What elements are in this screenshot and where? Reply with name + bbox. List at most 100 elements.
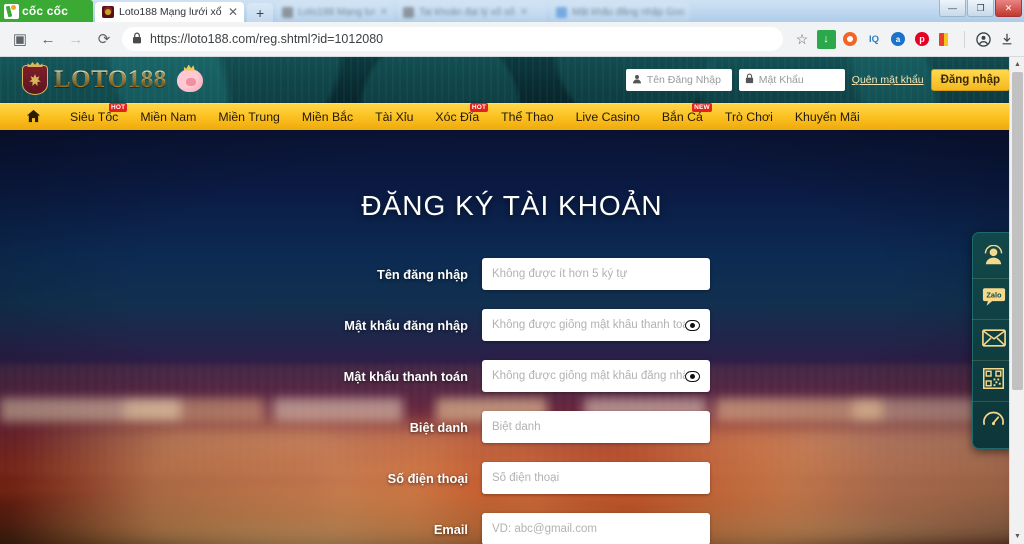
window-minimize-button[interactable]: — bbox=[939, 0, 966, 17]
site-header: LOTO188 Tên Đăng Nhập Mật Khẩu Quên mật … bbox=[0, 57, 1024, 103]
piggy-bank-icon bbox=[176, 68, 203, 92]
field-placeholder: Không được giống mật khẩu thanh toán bbox=[492, 319, 685, 331]
username-field[interactable]: Không được ít hơn 5 ký tự bbox=[482, 258, 710, 290]
lock-icon bbox=[132, 32, 142, 47]
eye-icon[interactable] bbox=[685, 318, 700, 333]
nav-item-label: Live Casino bbox=[575, 109, 640, 124]
lock-icon bbox=[745, 73, 754, 87]
nav-item-khuyen-mai[interactable]: Khuyến Mãi bbox=[784, 104, 871, 131]
nav-item-mien-trung[interactable]: Miền Trung bbox=[207, 104, 291, 131]
browser-tab-active[interactable]: Loto188 Mạng lưới xổ số ✕ bbox=[95, 2, 245, 22]
tab-title: Mật khẩu đăng nhập Google bbox=[572, 6, 685, 18]
pinterest-icon[interactable]: p bbox=[911, 28, 933, 50]
password-input[interactable]: Mật Khẩu bbox=[738, 69, 845, 91]
toolbar-divider bbox=[964, 30, 965, 48]
field-placeholder: Biệt danh bbox=[492, 421, 541, 433]
form-row-payment-password: Mật khẩu thanh toán Không được giống mật… bbox=[0, 360, 1024, 392]
nav-item-label: Miền Trung bbox=[218, 109, 280, 124]
download-manager-icon[interactable]: ↓ bbox=[815, 28, 837, 50]
forward-button-icon[interactable]: → bbox=[62, 25, 90, 53]
nav-item-label: Tài Xỉu bbox=[375, 109, 414, 124]
nav-item-xoc-dia[interactable]: Xóc Đĩa HOT bbox=[424, 102, 490, 131]
nav-item-the-thao[interactable]: Thể Thao bbox=[490, 104, 564, 131]
login-button[interactable]: Đăng nhập bbox=[930, 69, 1010, 91]
browser-tab-background[interactable]: Mật khẩu đăng nhập Google bbox=[550, 2, 691, 22]
coccoc-brand-label: cốc cốc bbox=[22, 4, 69, 18]
email-field[interactable]: VD: abc@gmail.com bbox=[482, 513, 710, 544]
colorful-extension-icon[interactable] bbox=[935, 28, 957, 50]
nickname-field[interactable]: Biệt danh bbox=[482, 411, 710, 443]
phone-field[interactable]: Số điện thoại bbox=[482, 462, 710, 494]
tab-favicon-icon bbox=[102, 6, 114, 18]
new-badge: NEW bbox=[692, 102, 712, 113]
scroll-down-arrow-icon[interactable]: ▼ bbox=[1010, 529, 1024, 544]
home-icon[interactable] bbox=[26, 109, 41, 125]
browser-title-bar: cốc cốc Loto188 Mạng lưới xổ số ✕ + Loto… bbox=[0, 0, 1024, 22]
browser-window: cốc cốc Loto188 Mạng lưới xổ số ✕ + Loto… bbox=[0, 0, 1024, 544]
forgot-password-link[interactable]: Quên mật khẩu bbox=[852, 74, 924, 86]
svg-text:Zalo: Zalo bbox=[986, 290, 1002, 299]
form-row-login-password: Mật khẩu đăng nhập Không được giống mật … bbox=[0, 309, 1024, 341]
sidebar-toggle-icon[interactable]: ▣ bbox=[6, 25, 34, 53]
coccoc-logo-icon bbox=[4, 3, 19, 19]
tab-title: Loto188 Mạng lưới xổ số bbox=[298, 6, 375, 18]
window-controls: — ❐ ✕ bbox=[939, 0, 1022, 17]
browser-tab-background[interactable]: Loto188 Mạng lưới xổ số ✕ bbox=[276, 2, 395, 22]
page-viewport: LOTO188 Tên Đăng Nhập Mật Khẩu Quên mật … bbox=[0, 57, 1024, 544]
nav-item-label: Miền Nam bbox=[140, 109, 197, 124]
registration-hero: ĐĂNG KÝ TÀI KHOẢN Tên đăng nhập Không đư… bbox=[0, 130, 1024, 544]
page-title: ĐĂNG KÝ TÀI KHOẢN bbox=[361, 190, 663, 221]
scrollbar-thumb[interactable] bbox=[1012, 72, 1023, 390]
nav-item-label: Miền Bắc bbox=[301, 109, 354, 124]
nav-item-sieu-toc[interactable]: Siêu Tốc HOT bbox=[59, 102, 129, 131]
header-login-form: Tên Đăng Nhập Mật Khẩu Quên mật khẩu Đăn… bbox=[625, 69, 1010, 91]
eye-icon[interactable] bbox=[685, 369, 700, 384]
password-placeholder: Mật Khẩu bbox=[758, 74, 804, 86]
field-placeholder: VD: abc@gmail.com bbox=[492, 523, 597, 535]
bookmark-star-icon[interactable]: ☆ bbox=[791, 28, 813, 50]
new-tab-button[interactable]: + bbox=[247, 3, 274, 22]
browser-toolbar: ▣ ← → ⟳ https://loto188.com/reg.shtml?id… bbox=[0, 22, 1024, 57]
support-agent-icon bbox=[982, 244, 1005, 272]
iq-extension-icon[interactable]: IQ bbox=[863, 28, 885, 50]
toolbar-extensions: ☆ ↓ IQ a p bbox=[791, 28, 1018, 50]
nav-item-tai-xiu[interactable]: Tài Xỉu bbox=[364, 104, 424, 131]
qr-code-icon bbox=[983, 368, 1004, 394]
nav-item-ban-ca[interactable]: Bắn Cá NEW bbox=[651, 102, 714, 131]
form-row-phone: Số điện thoại Số điện thoại bbox=[0, 462, 1024, 494]
back-button-icon[interactable]: ← bbox=[34, 25, 62, 53]
nav-item-mien-bac[interactable]: Miền Bắc bbox=[291, 104, 364, 131]
window-close-button[interactable]: ✕ bbox=[995, 0, 1022, 17]
nav-item-mien-nam[interactable]: Miền Nam bbox=[129, 104, 207, 131]
payment-password-field[interactable]: Không được giống mật khẩu đăng nhập bbox=[482, 360, 710, 392]
nav-item-label: Thể Thao bbox=[501, 109, 554, 124]
nav-item-tro-choi[interactable]: Trò Chơi bbox=[714, 104, 784, 131]
reload-button-icon[interactable]: ⟳ bbox=[90, 25, 118, 53]
username-input[interactable]: Tên Đăng Nhập bbox=[625, 69, 732, 91]
form-row-username: Tên đăng nhập Không được ít hơn 5 ký tự bbox=[0, 258, 1024, 290]
adblock-icon[interactable] bbox=[839, 28, 861, 50]
tab-title: Tai khoản đại lý xổ số bbox=[419, 6, 515, 18]
amazon-assistant-icon[interactable]: a bbox=[887, 28, 909, 50]
downloads-icon[interactable] bbox=[996, 28, 1018, 50]
browser-tab-background[interactable]: Tai khoản đại lý xổ số ✕ bbox=[397, 2, 548, 22]
address-bar[interactable]: https://loto188.com/reg.shtml?id=1012080 bbox=[122, 27, 783, 51]
tab-close-icon[interactable]: ✕ bbox=[228, 6, 238, 18]
page-scrollbar[interactable]: ▲ ▼ bbox=[1009, 57, 1024, 544]
scroll-up-arrow-icon[interactable]: ▲ bbox=[1010, 57, 1024, 72]
site-logo[interactable]: LOTO188 bbox=[22, 65, 203, 95]
login-password-field[interactable]: Không được giống mật khẩu thanh toán bbox=[482, 309, 710, 341]
tab-title: Loto188 Mạng lưới xổ số bbox=[119, 6, 223, 18]
field-placeholder: Số điện thoại bbox=[492, 472, 560, 484]
tab-close-icon[interactable]: ✕ bbox=[380, 7, 388, 18]
tab-close-icon[interactable]: ✕ bbox=[520, 7, 528, 18]
user-icon bbox=[632, 74, 642, 87]
nav-item-live-casino[interactable]: Live Casino bbox=[565, 104, 651, 131]
field-label: Email bbox=[433, 521, 468, 537]
field-label: Tên đăng nhập bbox=[377, 266, 468, 282]
username-placeholder: Tên Đăng Nhập bbox=[646, 74, 721, 86]
profile-avatar-icon[interactable] bbox=[972, 28, 994, 50]
form-row-email: Email VD: abc@gmail.com bbox=[0, 513, 1024, 544]
window-maximize-button[interactable]: ❐ bbox=[967, 0, 994, 17]
speedometer-icon bbox=[982, 409, 1005, 437]
